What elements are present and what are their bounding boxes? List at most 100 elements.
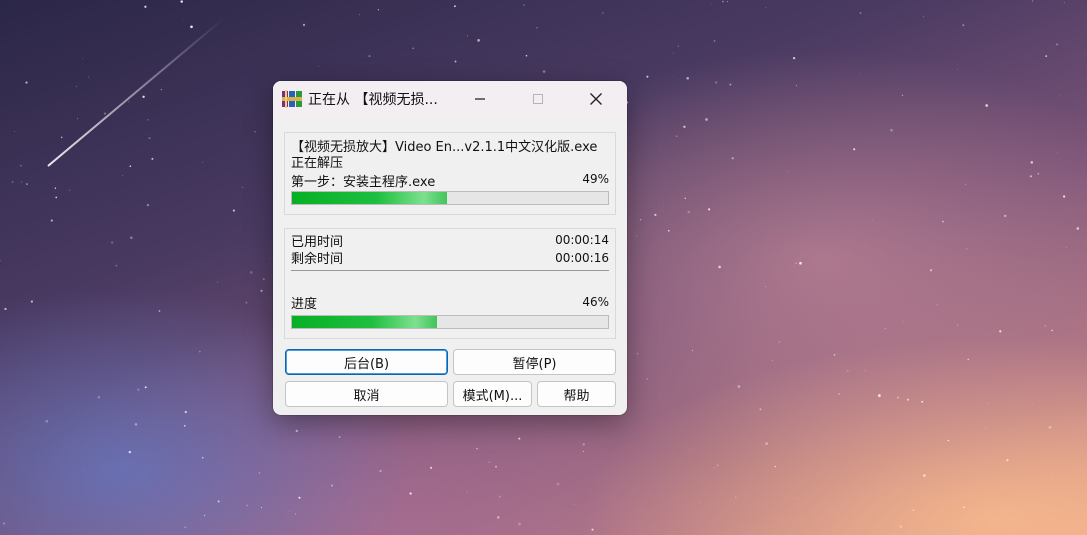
extraction-dialog: 正在从 【视频无损... 【视频无损放大】Video En...v2.1.1中文… [273,81,627,415]
star [899,525,902,528]
pause-button[interactable]: 暂停(P) [453,349,616,375]
star [715,81,718,84]
cancel-button[interactable]: 取消 [285,381,448,407]
star [144,386,147,389]
star [573,504,575,505]
star [897,396,899,399]
star [260,289,263,292]
star [859,12,862,14]
mode-button[interactable]: 模式(M)... [453,381,532,407]
star [1048,425,1052,429]
star [25,183,28,186]
star [202,162,203,164]
star [765,442,769,445]
star [302,23,306,27]
star [466,492,468,493]
star [54,187,57,189]
star [1063,195,1066,198]
star [684,197,686,199]
star [640,219,642,221]
star [368,55,371,58]
star [921,400,924,403]
window-title: 正在从 【视频无损... [308,92,438,108]
star [722,0,724,3]
star [847,370,849,372]
star [966,248,968,250]
star [298,496,301,499]
star [128,100,130,103]
star [258,472,261,474]
star [906,398,909,401]
star [523,4,525,6]
star [778,341,780,343]
star [602,12,604,14]
star [430,466,433,469]
star [1056,152,1058,154]
star [151,157,154,160]
star [454,60,457,63]
star [957,68,958,70]
minimize-icon [475,98,485,100]
remaining-value: 00:00:16 [555,251,609,265]
star [771,360,773,361]
star [3,522,6,525]
star [691,349,693,351]
star [923,16,924,18]
star [667,229,670,232]
star [498,495,501,498]
star [97,396,101,399]
star [542,70,546,73]
star [466,35,468,37]
star [799,261,802,265]
star [795,262,797,264]
star [759,408,762,411]
minimize-button[interactable] [457,81,503,117]
star [260,507,262,509]
star [495,465,497,468]
help-button[interactable]: 帮助 [537,381,616,407]
star [858,72,860,74]
star [731,157,734,160]
star [217,500,220,503]
star [379,469,382,473]
star [182,19,184,21]
title-bar[interactable]: 正在从 【视频无损... [273,81,627,117]
star [967,358,969,361]
step-progress-bar [291,191,609,205]
star [184,526,186,529]
star [936,304,938,306]
star [985,104,989,107]
star [636,352,639,355]
star [477,39,480,42]
star [115,264,118,267]
star [901,94,904,97]
star [129,236,133,240]
maximize-button[interactable] [515,81,561,117]
star [796,85,798,87]
star [729,83,732,86]
star [707,208,711,211]
star [4,307,7,311]
star [902,321,904,322]
star [69,189,71,191]
maximize-icon [533,94,543,104]
star [377,9,379,11]
star [249,271,253,274]
extract-status: 正在解压 [291,156,344,171]
star [262,278,265,281]
star [11,180,14,184]
star [158,310,161,312]
background-button[interactable]: 后台(B) [285,349,448,375]
star [19,164,22,167]
star [912,509,915,512]
progress-percent: 46% [582,295,609,309]
star [833,354,836,356]
star [929,269,933,272]
star [853,148,856,151]
star [1042,274,1044,276]
star [699,502,700,503]
star [923,474,926,477]
star [476,447,478,450]
close-button[interactable] [573,81,619,117]
star [76,118,78,120]
